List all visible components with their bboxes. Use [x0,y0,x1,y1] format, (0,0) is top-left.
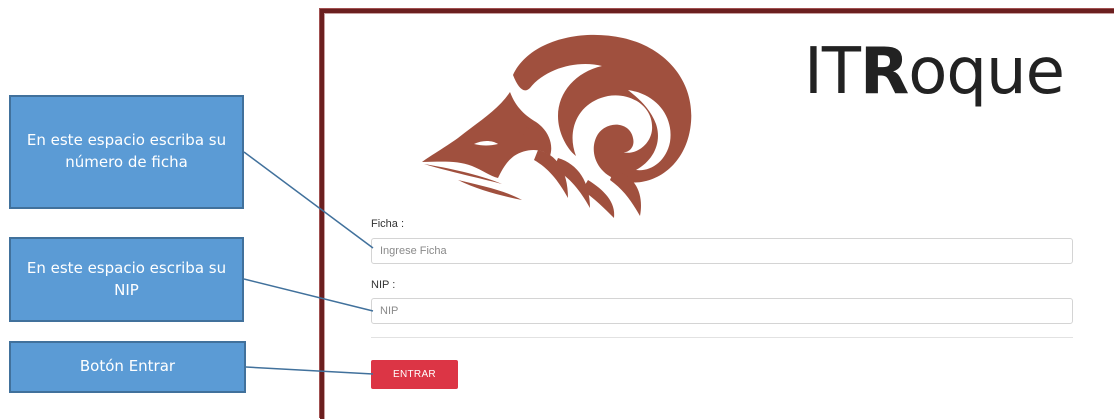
brand-title: ITRoque [804,40,1065,104]
callout-nip: En este espacio escriba su NIP [9,237,244,322]
nip-label: NIP : [371,279,396,291]
nip-input[interactable] [371,298,1073,324]
form-divider [371,337,1073,338]
brand-bold: R [859,35,909,109]
brand-prefix: IT [804,35,861,109]
callout-button: Botón Entrar [9,341,246,393]
ram-head-icon [422,34,692,218]
enter-button[interactable]: ENTRAR [371,360,458,389]
brand-suffix: oque [908,35,1065,109]
ficha-label: Ficha : [371,218,405,230]
callout-ficha: En este espacio escriba su número de fic… [9,95,244,209]
ficha-input[interactable] [371,238,1073,264]
